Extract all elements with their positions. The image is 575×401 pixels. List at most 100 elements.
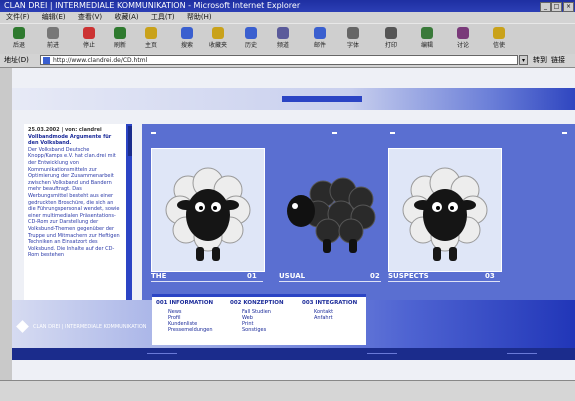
favorites-icon <box>212 27 224 39</box>
channels-icon <box>277 27 289 39</box>
back-arrow-icon <box>13 27 25 39</box>
toolbar-button-history[interactable]: 历史 <box>238 26 264 52</box>
toolbar-button-label: 搜索 <box>180 42 193 49</box>
nav-heading[interactable]: 002 KONZEPTION <box>230 300 284 306</box>
toolbar-button-label: 主页 <box>144 42 157 49</box>
sheep-front-image <box>165 167 251 261</box>
toolbar-button-label: 频道 <box>276 42 289 49</box>
toolbar-button-label: 打印 <box>384 42 397 49</box>
toolbar-button-label: 编辑 <box>420 42 433 49</box>
address-dropdown-button[interactable]: ▾ <box>519 55 528 65</box>
forward-arrow-icon <box>47 27 59 39</box>
nav-link[interactable]: Sonstiges <box>230 327 284 333</box>
address-bar: 地址(D) http://www.clandrei.de/CD.html ▾ 转… <box>0 54 575 68</box>
news-body: Der Volksband Deutsche Knopp/Kamps e.V. … <box>28 146 120 259</box>
news-headline[interactable]: Vollbandmode Argumente für den Volksband… <box>28 134 122 147</box>
discuss-icon <box>457 27 469 39</box>
go-button[interactable]: 转到 <box>533 54 547 67</box>
minimize-button[interactable]: _ <box>540 2 551 12</box>
close-button[interactable]: × <box>563 2 574 12</box>
toolbar-button-print[interactable]: 打印 <box>378 26 404 52</box>
status-bar <box>0 380 575 401</box>
toolbar-button-refresh[interactable]: 刷新 <box>107 26 133 52</box>
nav-link[interactable]: Anfahrt <box>302 315 357 321</box>
menu-edit[interactable]: 编辑(E) <box>42 12 66 23</box>
browser-window: CLAN DREI | INTERMEDIALE KOMMUNIKATION -… <box>0 0 575 401</box>
tick-mark <box>562 132 567 134</box>
news-scrollbar[interactable] <box>128 126 132 156</box>
logo-diamond-icon <box>16 320 29 333</box>
caption-rule <box>388 281 500 282</box>
toolbar-button-label: 讨论 <box>456 42 469 49</box>
menu-view[interactable]: 查看(V) <box>78 12 102 23</box>
strip-dash <box>147 353 177 354</box>
news-column: 25.03.2002 | von: clandrei Vollbandmode … <box>24 124 132 300</box>
menu-favorites[interactable]: 收藏(A) <box>114 12 138 23</box>
nav-column-information: 001 INFORMATION News Profil Kundenliste … <box>156 300 213 333</box>
toolbar-button-channels[interactable]: 频道 <box>270 26 296 52</box>
toolbar-button-stop[interactable]: 停止 <box>76 26 102 52</box>
sheep-panel-side[interactable] <box>279 148 391 270</box>
toolbar-button-forward-arrow[interactable]: 前进 <box>40 26 66 52</box>
sheep-panel-front[interactable] <box>151 148 265 272</box>
toolbar: 后退 前进 停止 刷新 主页 搜索 收藏夹 历史 频道 邮件 字体 打印 编辑 讨论 信使 <box>0 23 575 55</box>
nav-heading[interactable]: 003 INTEGRATION <box>302 300 357 306</box>
sheep-gallery: THE 01 USUAL 02 SUSPECTS 03 <box>142 124 575 300</box>
bottom-strip <box>12 348 575 360</box>
address-input[interactable]: http://www.clandrei.de/CD.html <box>40 55 518 65</box>
toolbar-button-label: 字体 <box>346 42 359 49</box>
title-bar: CLAN DREI | INTERMEDIALE KOMMUNIKATION -… <box>0 0 575 12</box>
strip-dash <box>507 353 537 354</box>
tick-mark <box>390 132 395 134</box>
news-date: 25.03.2002 | von: clandrei <box>28 127 102 133</box>
caption-usual: USUAL <box>279 272 306 280</box>
edit-icon <box>421 27 433 39</box>
toolbar-button-back-arrow[interactable]: 后退 <box>6 26 32 52</box>
header-band <box>12 88 575 110</box>
caption-number-03: 03 <box>485 272 495 280</box>
menu-help[interactable]: 帮助(H) <box>187 12 212 23</box>
toolbar-button-home[interactable]: 主页 <box>138 26 164 52</box>
mail-icon <box>314 27 326 39</box>
toolbar-button-search[interactable]: 搜索 <box>174 26 200 52</box>
page-icon <box>43 57 50 64</box>
links-button[interactable]: 链接 <box>551 54 565 67</box>
home-icon <box>145 27 157 39</box>
address-url: http://www.clandrei.de/CD.html <box>53 57 148 64</box>
toolbar-button-mail[interactable]: 邮件 <box>307 26 333 52</box>
caption-rule <box>279 281 381 282</box>
caption-number-01: 01 <box>247 272 257 280</box>
strip-dash <box>367 353 397 354</box>
nav-column-konzeption: 002 KONZEPTION Fall Studien Web Print So… <box>230 300 284 333</box>
nav-link[interactable]: Pressemeldungen <box>156 327 213 333</box>
caption-rule <box>151 281 263 282</box>
toolbar-button-label: 信使 <box>492 42 505 49</box>
font-icon <box>347 27 359 39</box>
toolbar-button-favorites[interactable]: 收藏夹 <box>205 26 231 52</box>
caption-suspects: SUSPECTS <box>388 272 429 280</box>
messenger-icon <box>493 27 505 39</box>
tick-mark <box>151 132 156 134</box>
maximize-button[interactable]: □ <box>551 2 562 12</box>
address-label: 地址(D) <box>4 56 29 64</box>
footer-navigation: 001 INFORMATION News Profil Kundenliste … <box>152 294 366 345</box>
sheep-side-image <box>287 177 376 253</box>
web-page: 25.03.2002 | von: clandrei Vollbandmode … <box>12 68 575 380</box>
print-icon <box>385 27 397 39</box>
toolbar-button-discuss[interactable]: 讨论 <box>450 26 476 52</box>
nav-heading[interactable]: 001 INFORMATION <box>156 300 213 306</box>
toolbar-button-label: 前进 <box>46 42 59 49</box>
toolbar-button-edit[interactable]: 编辑 <box>414 26 440 52</box>
toolbar-button-messenger[interactable]: 信使 <box>486 26 512 52</box>
toolbar-button-label: 后退 <box>12 42 25 49</box>
menu-tools[interactable]: 工具(T) <box>151 12 175 23</box>
toolbar-button-label: 收藏夹 <box>208 42 227 49</box>
site-logo[interactable]: CLAN DREI | INTERMEDIALE KOMMUNIKATION <box>16 320 147 333</box>
search-icon <box>181 27 193 39</box>
toolbar-button-label: 停止 <box>82 42 95 49</box>
sheep-panel-front-2[interactable] <box>388 148 502 272</box>
stop-icon <box>83 27 95 39</box>
toolbar-button-font[interactable]: 字体 <box>340 26 366 52</box>
nav-column-integration: 003 INTEGRATION Kontakt Anfahrt <box>302 300 357 321</box>
menu-file[interactable]: 文件(F) <box>6 12 30 23</box>
